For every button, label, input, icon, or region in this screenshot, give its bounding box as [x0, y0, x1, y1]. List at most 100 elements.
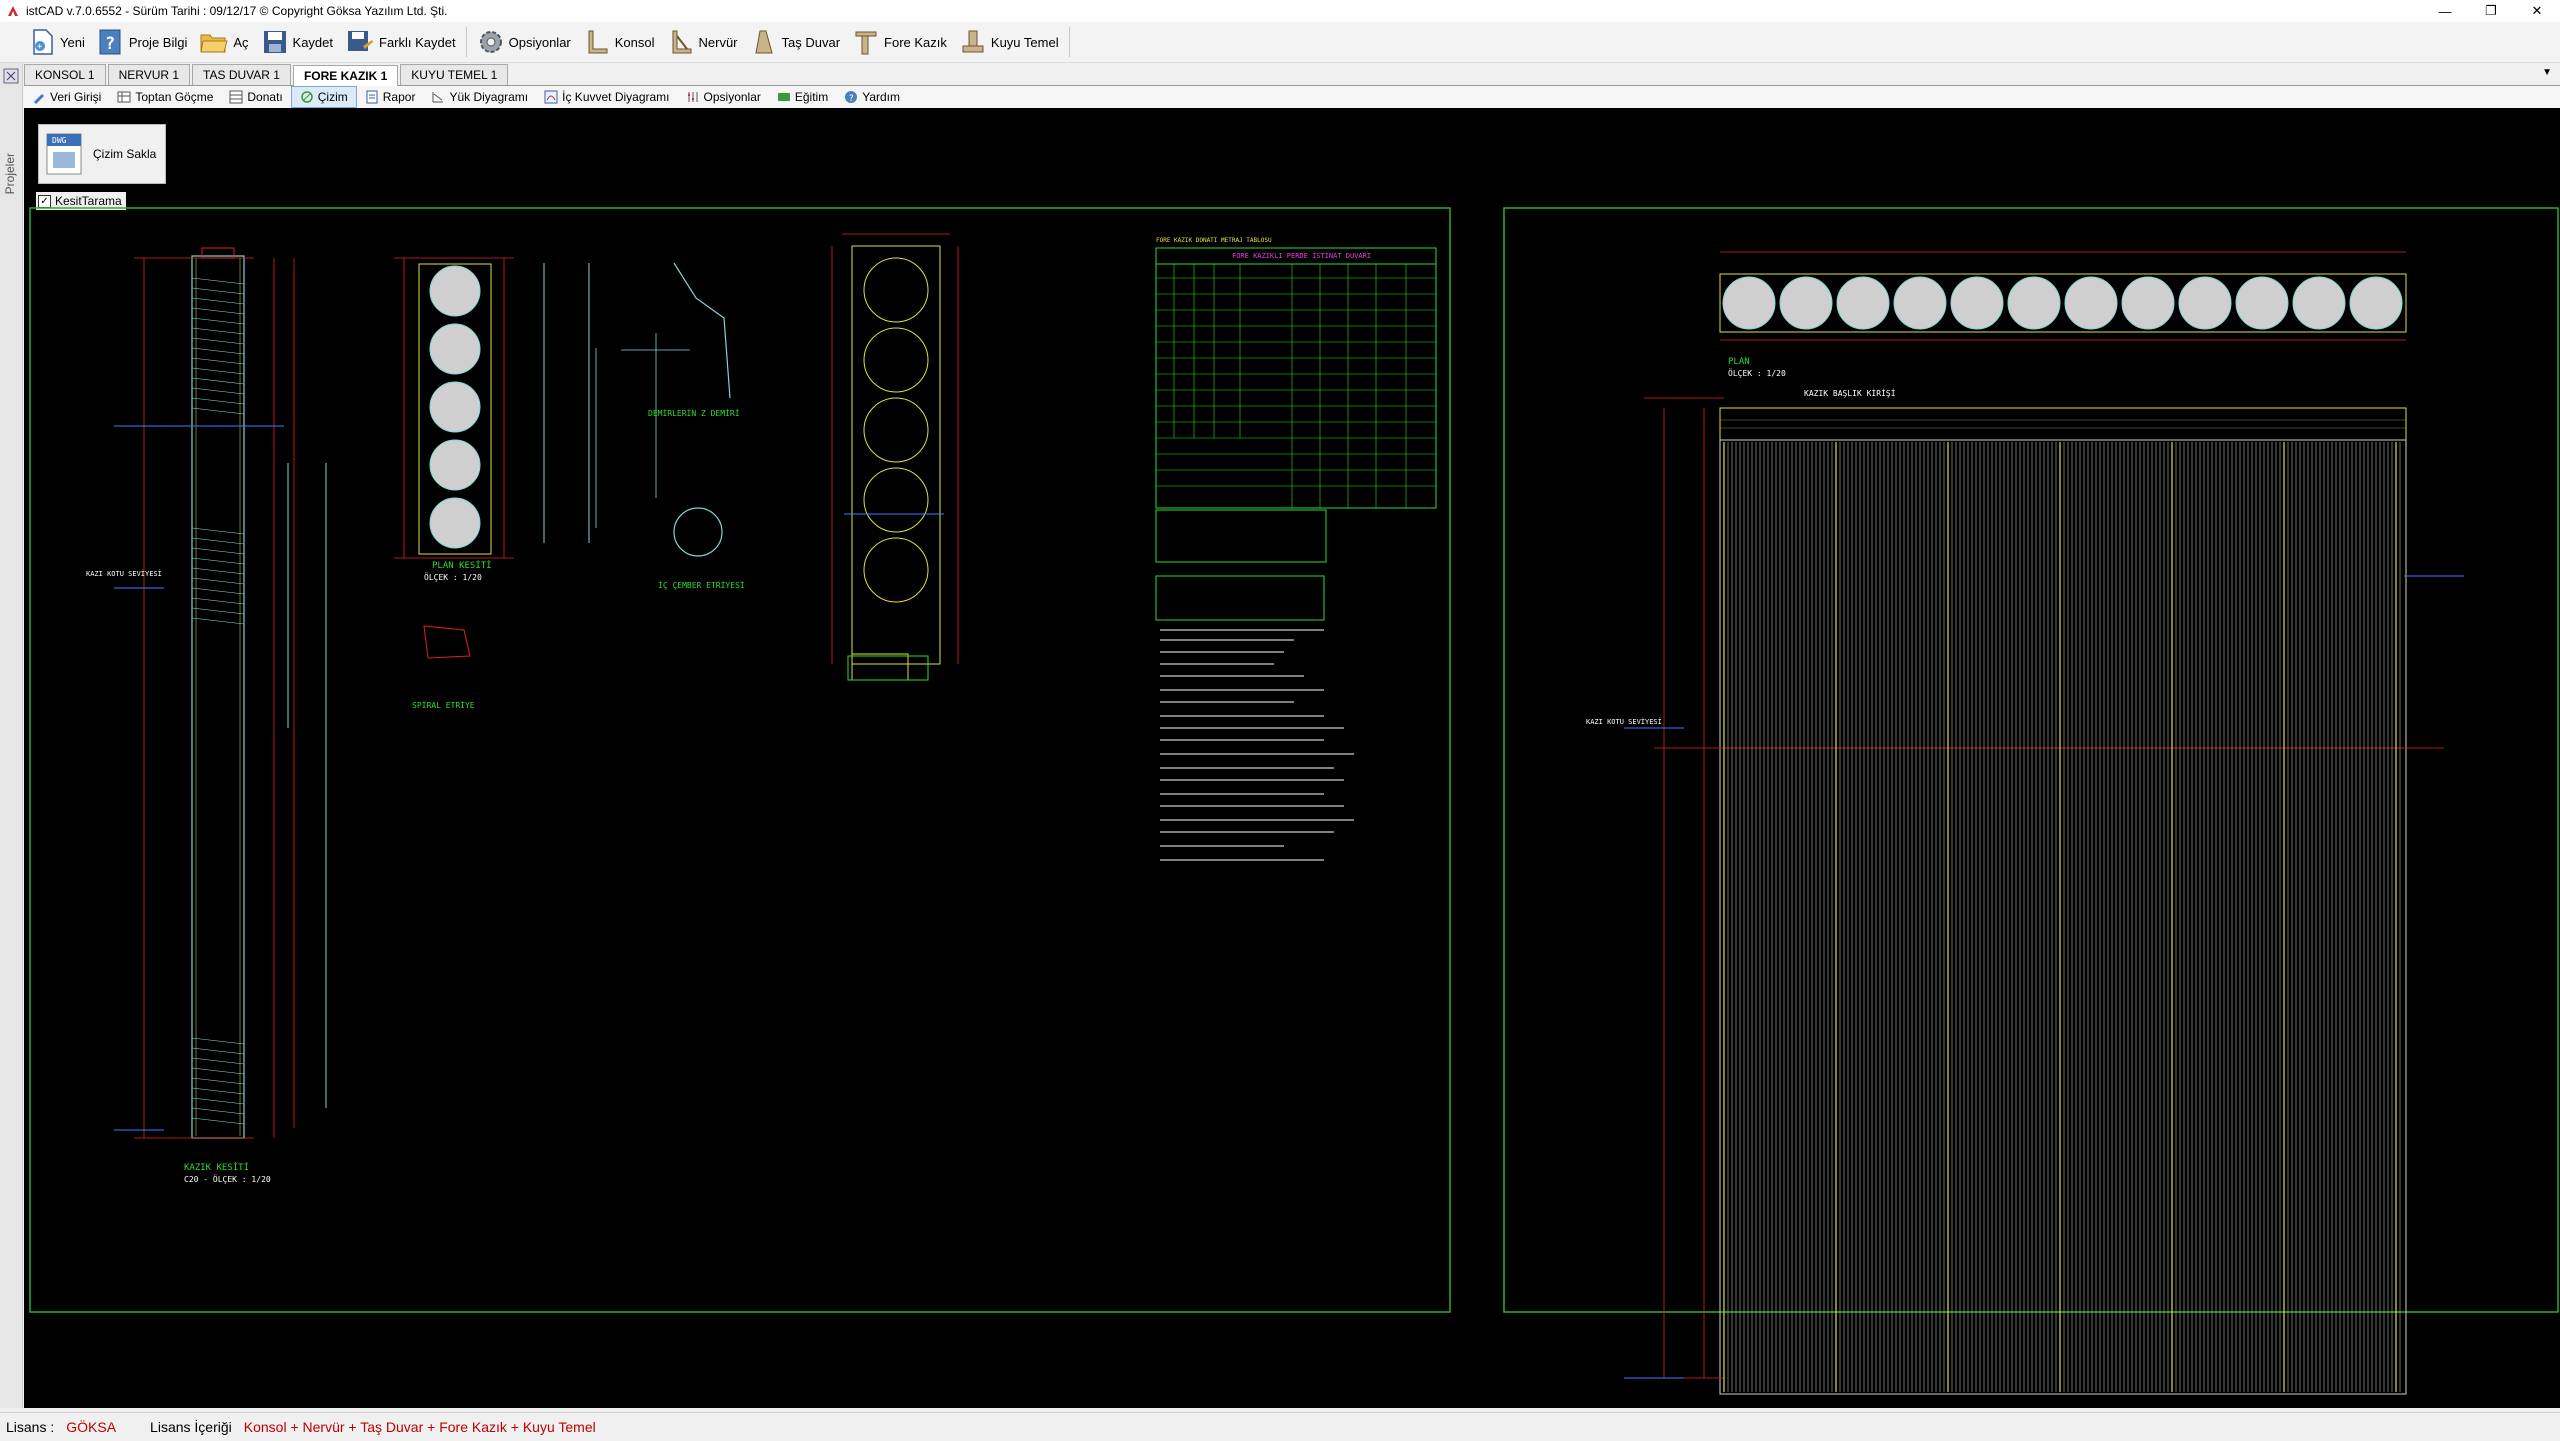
- kesit-tarama-checkbox[interactable]: ✓ KesitTarama: [36, 192, 126, 210]
- license-value: GÖKSA: [66, 1419, 117, 1435]
- yuk-diyagrami-button[interactable]: Yük Diyagramı: [423, 87, 536, 107]
- plan-scale-right: ÖLÇEK : 1/20: [1728, 368, 1786, 378]
- ic-kuvvet-diyagrami-button[interactable]: İç Kuvvet Diyagramı: [536, 87, 677, 107]
- tab-tas-duvar-1[interactable]: TAS DUVAR 1: [192, 64, 291, 85]
- rebar-schedule-table: [1155, 247, 1437, 621]
- pile-wall-elevation: [1624, 397, 2464, 1395]
- fore-kazik-button[interactable]: Fore Kazık: [846, 25, 953, 59]
- pile-wall-hatch: [1723, 442, 2401, 1392]
- force-diagram-icon: [544, 90, 558, 104]
- title-bar: istCAD v.7.0.6552 - Sürüm Tarihi : 09/12…: [0, 0, 2560, 22]
- pile-section-scale: C20 - ÖLÇEK : 1/20: [184, 1174, 271, 1184]
- cad-drawing-canvas[interactable]: DWG Çizim Sakla ✓ KesitTarama KAZIK KESİ…: [24, 108, 2560, 1408]
- tas-duvar-icon: [754, 30, 773, 54]
- toptan-gocme-button[interactable]: Toptan Göçme: [109, 87, 221, 107]
- svg-text:?: ?: [849, 94, 854, 104]
- excavation-label-left: KAZI KOTU SEVİYESİ: [86, 569, 162, 578]
- plan-section-left: [394, 257, 514, 559]
- tabs-dropdown-icon[interactable]: ▼: [2542, 67, 2552, 78]
- rebar-details: [543, 263, 590, 543]
- cizim-sakla-button[interactable]: DWG Çizim Sakla: [38, 124, 166, 184]
- right-sheet-frame: [1503, 207, 2559, 1313]
- pile-section-title: KAZIK KESİTİ: [184, 1162, 249, 1173]
- cap-beam-label: KAZIK BAŞLIK KİRİŞİ: [1804, 388, 1896, 398]
- spiral-stirrup-title: SPİRAL ETRİYE: [412, 700, 475, 710]
- bent-bar-detail: [673, 262, 731, 399]
- yardim-button[interactable]: ? Yardım: [836, 87, 908, 107]
- grid-icon: [229, 90, 243, 104]
- minimize-button[interactable]: —: [2422, 0, 2468, 22]
- data-entry-icon: [34, 94, 44, 104]
- projects-label[interactable]: Projeler: [3, 153, 17, 194]
- help-icon: ?: [99, 29, 121, 55]
- plan-title-right: PLAN: [1728, 357, 1750, 367]
- project-info-button[interactable]: ? Proje Bilgi: [91, 25, 194, 59]
- load-diagram-icon: [432, 92, 444, 103]
- excavation-label-right: KAZI KOTU SEVİYESİ: [1586, 717, 1662, 726]
- round-stirrup-title: İÇ ÇEMBER ETRİYESİ: [658, 580, 745, 590]
- donati-button[interactable]: Donatı: [221, 87, 290, 107]
- table-title: FORE KAZIKLI PERDE İSTİNAT DUVARI: [1232, 251, 1371, 260]
- folder-open-icon: [200, 34, 229, 53]
- tab-nervur-1[interactable]: NERVUR 1: [107, 64, 191, 85]
- save-button[interactable]: Kaydet: [255, 25, 339, 59]
- tab-fore-kazik-1[interactable]: FORE KAZIK 1: [292, 65, 399, 86]
- module-toolbar: Veri Girişi Toptan Göçme Donatı Çizim Ra…: [24, 86, 2560, 108]
- dwg-icon-text: DWG: [52, 136, 67, 145]
- checkbox-check-icon[interactable]: ✓: [38, 194, 51, 208]
- tas-duvar-button[interactable]: Taş Duvar: [744, 25, 847, 59]
- pile-wall-plan: [1719, 251, 2407, 341]
- toolbar-separator: [1068, 27, 1070, 57]
- help-icon: ?: [845, 91, 858, 104]
- license-content-label: Lisans İçeriği: [150, 1419, 232, 1435]
- main-toolbar: + Yeni ? Proje Bilgi Aç Kaydet Farklı Ka…: [0, 22, 2560, 63]
- tab-konsol-1[interactable]: KONSOL 1: [24, 64, 106, 85]
- veri-girisi-button[interactable]: Veri Girişi: [24, 87, 109, 107]
- plan-section-title: PLAN KESİTİ: [432, 560, 492, 571]
- license-content-value: Konsol + Nervür + Taş Duvar + Fore Kazık…: [243, 1419, 596, 1435]
- opsiyonlar-button[interactable]: Opsiyonlar: [678, 87, 769, 107]
- pin-icon[interactable]: [2, 67, 20, 85]
- training-icon: [777, 93, 790, 101]
- close-button[interactable]: ✕: [2514, 0, 2560, 22]
- round-stirrup-detail: [673, 507, 723, 557]
- pile-elevation: [114, 247, 327, 1139]
- cizim-button[interactable]: Çizim: [290, 86, 357, 108]
- notes-block: [1160, 629, 1354, 861]
- open-button[interactable]: Aç: [193, 25, 254, 59]
- kuyu-temel-button[interactable]: Kuyu Temel: [953, 25, 1065, 59]
- kuyu-temel-icon: [962, 30, 984, 53]
- konsol-icon: [588, 30, 608, 54]
- egitim-button[interactable]: Eğitim: [769, 87, 836, 107]
- nervur-icon: [672, 30, 691, 54]
- projects-side-panel[interactable]: Projeler: [0, 63, 23, 1408]
- left-sheet-frame: [29, 207, 1451, 1313]
- toolbar-separator: [465, 27, 467, 57]
- license-label: Lisans :: [6, 1419, 55, 1435]
- restore-button[interactable]: ❐: [2468, 0, 2514, 22]
- tab-kuyu-temel-1[interactable]: KUYU TEMEL 1: [400, 64, 509, 85]
- rapor-button[interactable]: Rapor: [357, 87, 424, 107]
- status-bar: Lisans : GÖKSA Lisans İçeriği Konsol + N…: [0, 1412, 2560, 1441]
- options-icon: [687, 92, 698, 102]
- new-button[interactable]: + Yeni: [22, 25, 91, 59]
- drawing-icon: [301, 91, 313, 103]
- plan-section-middle: [831, 233, 959, 681]
- options-button[interactable]: Opsiyonlar: [471, 25, 577, 59]
- report-icon: [366, 90, 378, 104]
- svg-text:?: ?: [105, 34, 115, 54]
- save-as-button[interactable]: Farklı Kaydet: [339, 25, 462, 59]
- window-title: istCAD v.7.0.6552 - Sürüm Tarihi : 09/12…: [26, 4, 448, 18]
- bent-bar-title: DEMİRLERİN Z DEMİRİ: [648, 408, 740, 418]
- table-icon: [117, 91, 131, 103]
- fore-kazik-icon: [855, 31, 877, 55]
- konsol-button[interactable]: Konsol: [577, 25, 661, 59]
- nervur-button[interactable]: Nervür: [661, 25, 744, 59]
- stirrup-detail: [423, 625, 471, 659]
- cad-sheets: KAZIK KESİTİ C20 - ÖLÇEK : 1/20 KAZI KOT…: [29, 207, 2559, 1395]
- new-file-icon: +: [33, 29, 53, 55]
- app-icon: [8, 6, 18, 16]
- svg-text:+: +: [37, 42, 43, 52]
- table-small-title: FORE KAZIK DONATI METRAJ TABLOSU: [1156, 237, 1272, 244]
- save-as-icon: [348, 31, 374, 51]
